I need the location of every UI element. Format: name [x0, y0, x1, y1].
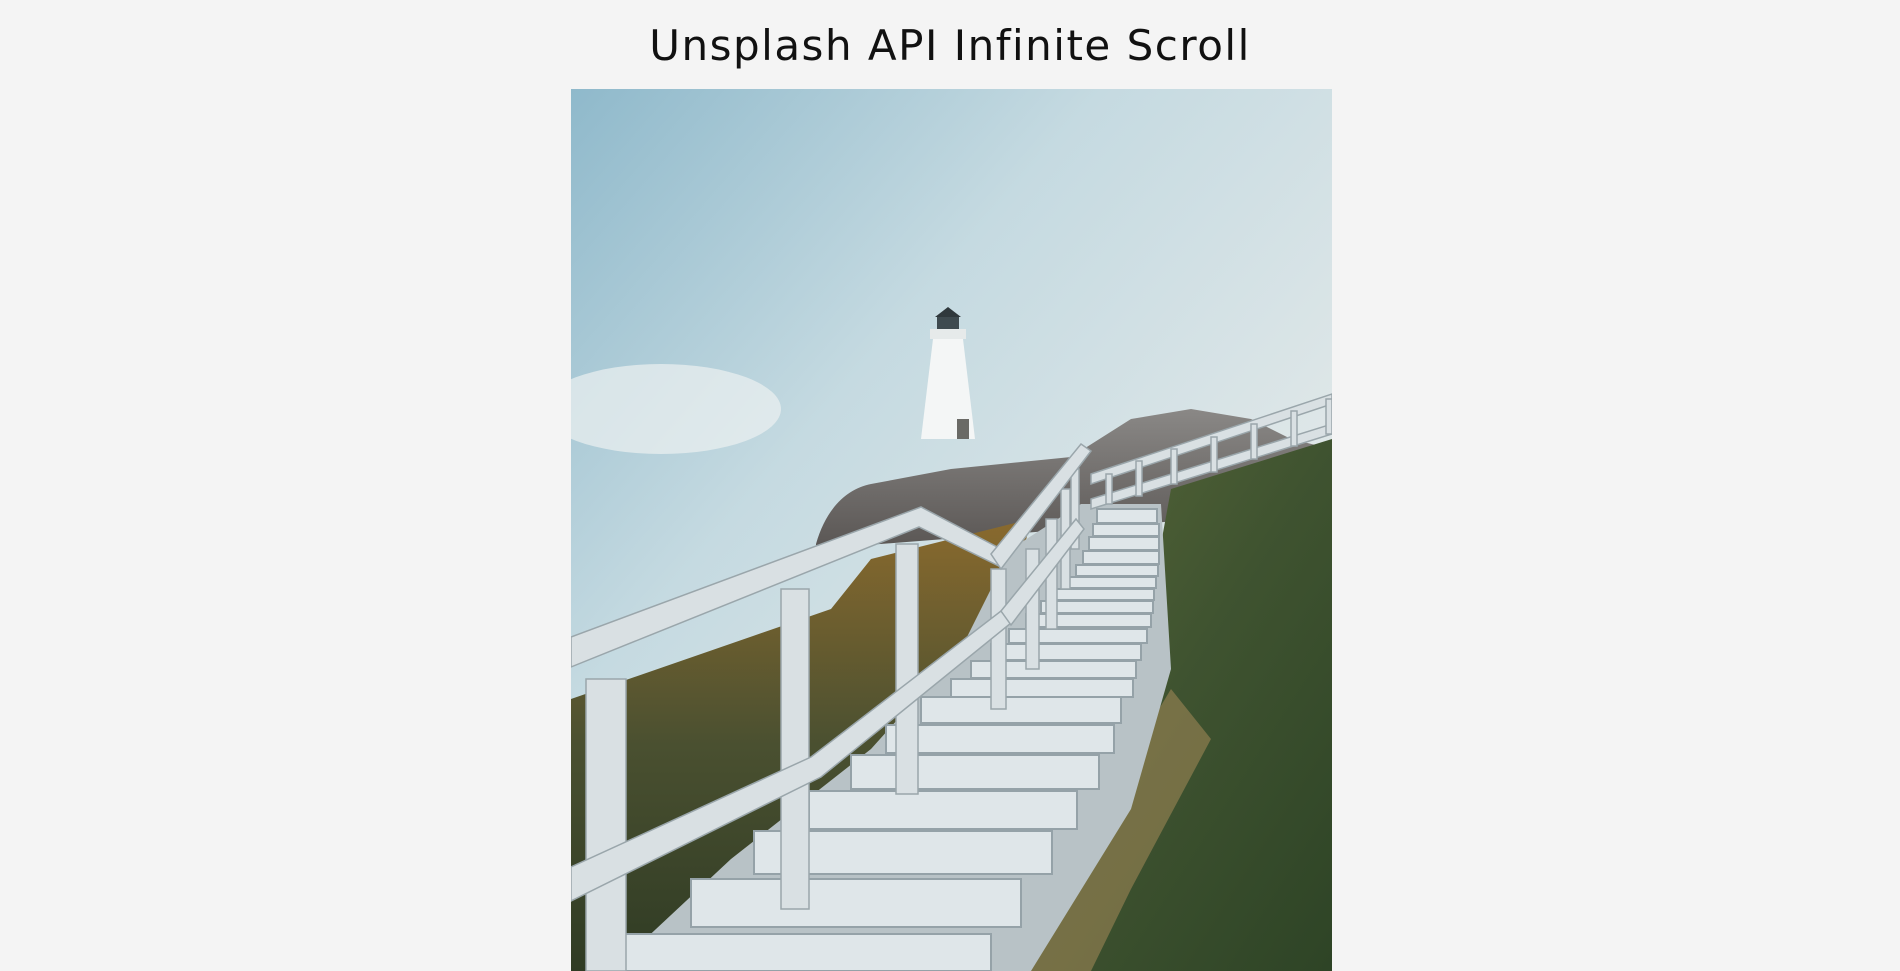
image-container	[571, 89, 1332, 971]
gallery-photo[interactable]	[571, 89, 1332, 971]
page-title: Unsplash API Infinite Scroll	[649, 21, 1251, 70]
